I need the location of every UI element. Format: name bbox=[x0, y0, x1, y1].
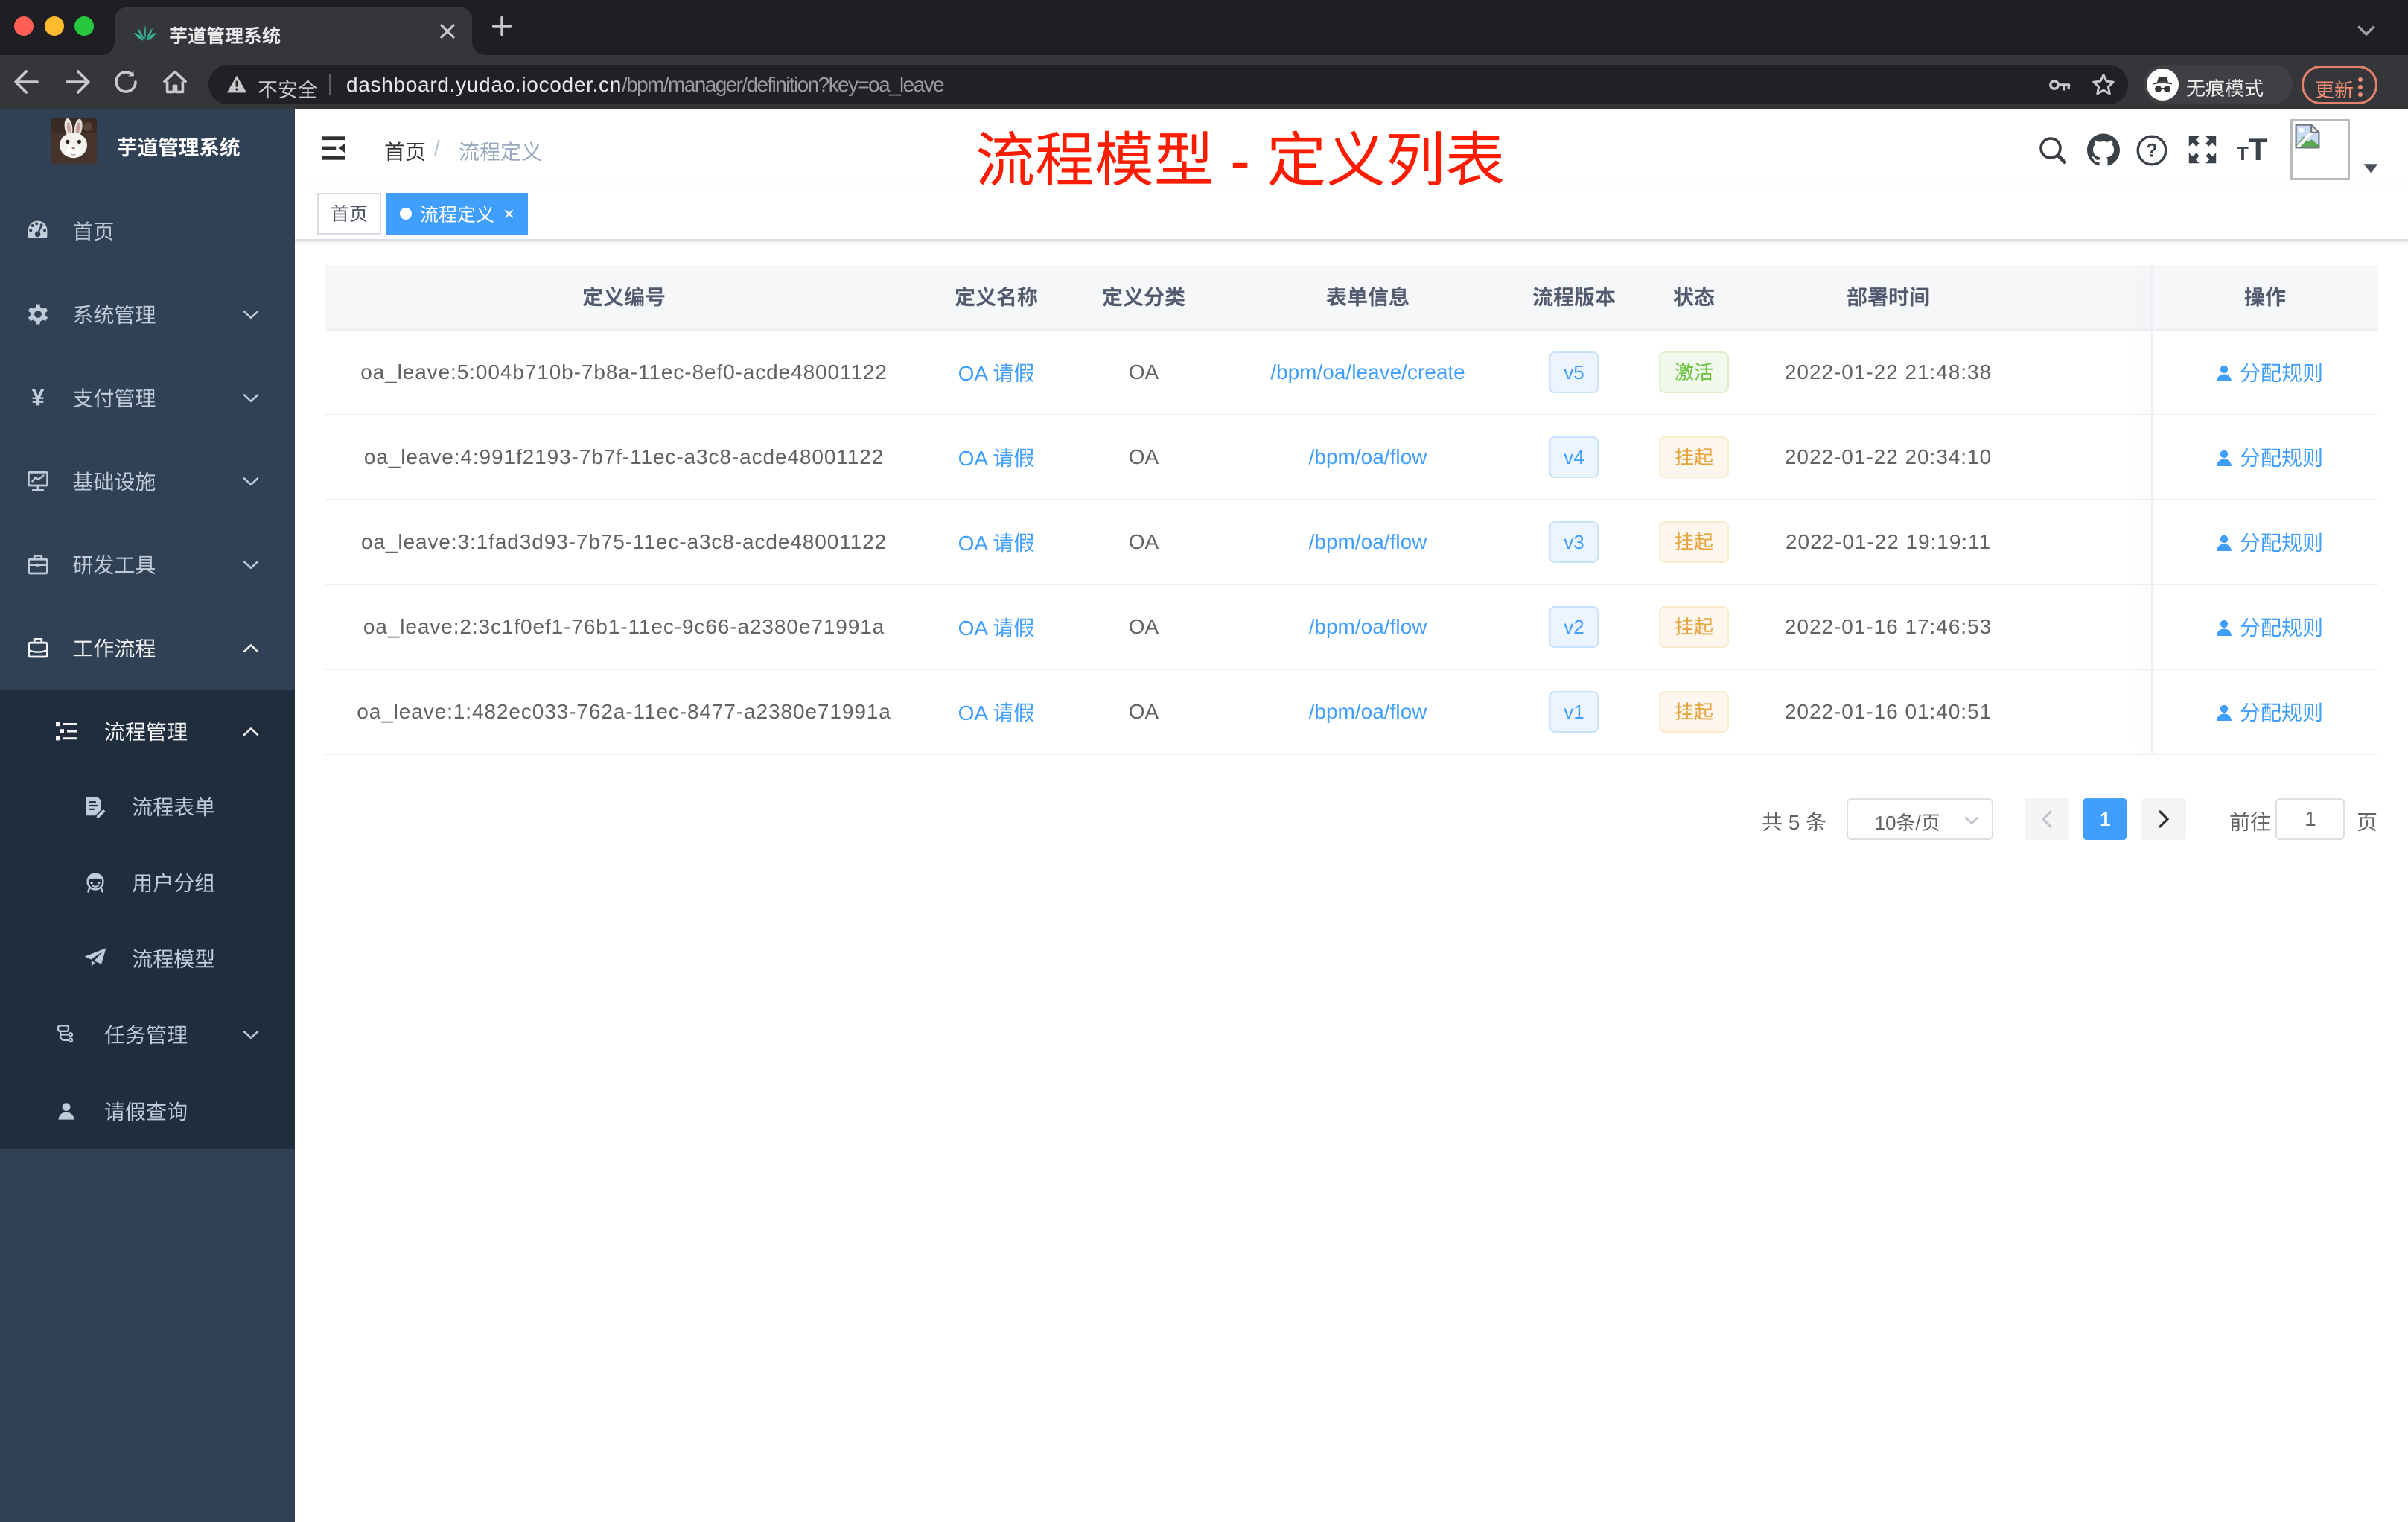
svg-text:?: ? bbox=[2146, 141, 2157, 162]
